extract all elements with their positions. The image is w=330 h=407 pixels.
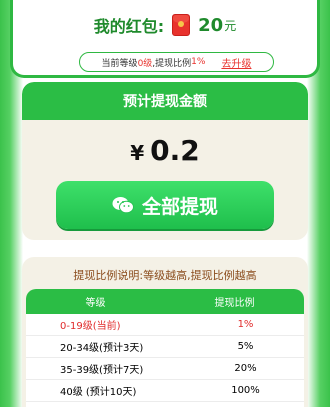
wallet-unit: 元 — [224, 18, 237, 33]
ratio-value: 1% — [191, 57, 206, 67]
withdraw-all-label: 全部提现 — [141, 195, 218, 218]
ratio-description: 提现比例说明:等级越高,提现比例越高 — [73, 269, 257, 282]
withdraw-amount: 0.2 — [150, 134, 200, 167]
upgrade-link[interactable]: 去升级 — [221, 55, 251, 70]
wallet-label: 我的红包: — [93, 17, 165, 36]
wallet-amount: 20 — [198, 14, 224, 36]
table-row: 0-19级(当前) 1% — [26, 314, 304, 336]
row-level: 35-39级(预计7天) — [60, 365, 144, 376]
row-ratio: 1% — [237, 319, 254, 330]
wechat-icon — [112, 197, 134, 214]
column-header-level: 等级 — [85, 298, 106, 309]
level-prefix: 当前等级 — [101, 58, 138, 69]
table-row: 20-34级(预计3天) 5% — [26, 336, 304, 358]
wallet-card: 我的红包: 20 元 当前等级 0级 ,提现比例 1% 去升级 — [10, 0, 320, 78]
row-ratio: 100% — [231, 385, 260, 396]
withdraw-amount-row: ¥ 0.2 — [22, 134, 308, 167]
red-packet-icon — [172, 14, 191, 36]
level-info-pill: 当前等级 0级 ,提现比例 1% 去升级 — [79, 52, 274, 72]
column-header-ratio: 提现比例 — [214, 298, 255, 309]
withdraw-all-button[interactable]: 全部提现 — [56, 181, 274, 229]
withdraw-card: 预计提现金额 ¥ 0.2 全部提现 — [22, 82, 308, 240]
wallet-balance-row: 我的红包: 20 元 — [13, 13, 317, 37]
ratio-card: 提现比例说明:等级越高,提现比例越高 等级 提现比例 0-19级(当前) 1% … — [22, 257, 308, 407]
ratio-table-header: 等级 提现比例 — [26, 289, 304, 314]
ratio-table: 等级 提现比例 0-19级(当前) 1% 20-34级(预计3天) 5% 35-… — [26, 289, 304, 407]
level-mid-text: ,提现比例 — [152, 58, 192, 69]
withdraw-header: 预计提现金额 — [22, 82, 308, 120]
table-row: 35-39级(预计7天) 20% — [26, 358, 304, 380]
row-ratio: 20% — [234, 363, 257, 374]
row-level: 0-19级(当前) — [60, 321, 121, 332]
level-value: 0级 — [137, 58, 153, 69]
row-level: 40级 (预计10天) — [60, 387, 137, 398]
table-row: 40级 (预计10天) 100% — [26, 380, 304, 402]
currency-symbol: ¥ — [130, 141, 145, 165]
row-ratio: 5% — [237, 341, 254, 352]
row-level: 20-34级(预计3天) — [60, 343, 144, 354]
